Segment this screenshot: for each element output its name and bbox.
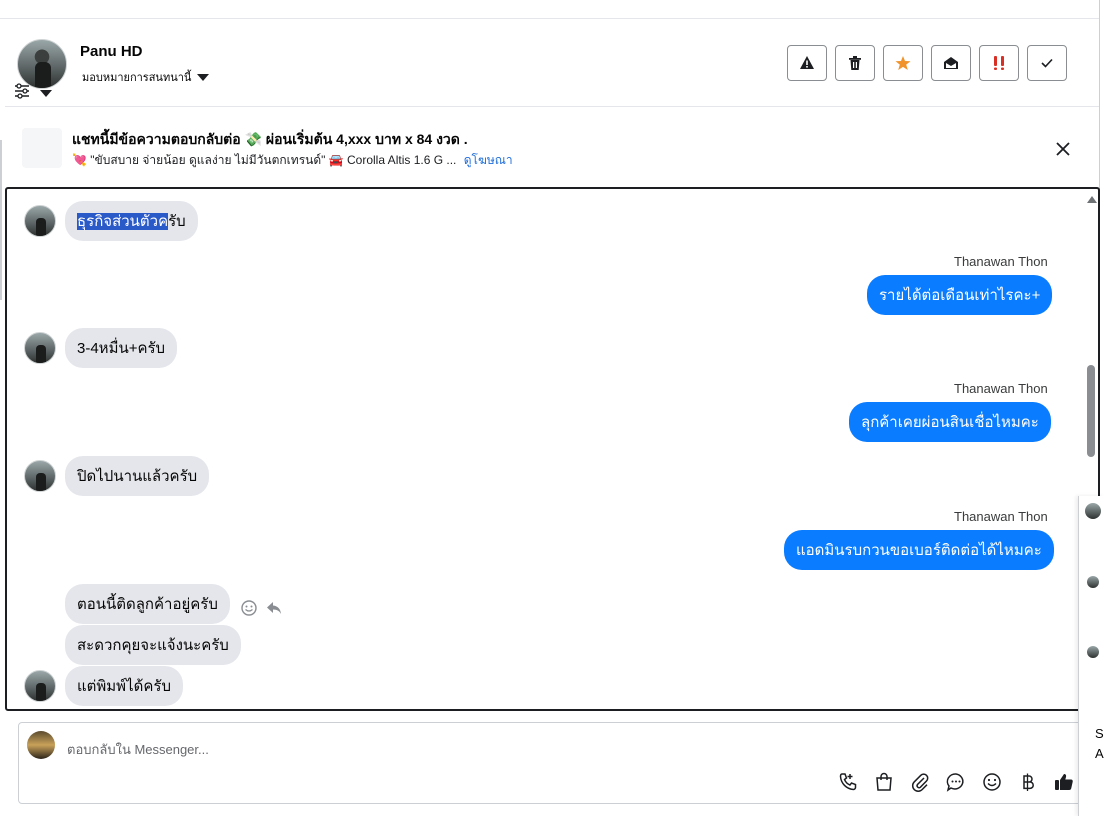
- scroll-up-arrow-icon[interactable]: [1087, 196, 1097, 203]
- like-icon: [1055, 774, 1073, 790]
- attach-icon: [911, 773, 929, 792]
- sender-name: Thanawan Thon: [954, 381, 1048, 396]
- spam-button[interactable]: [787, 45, 827, 81]
- avatar: [24, 332, 56, 364]
- check-icon: [1041, 58, 1053, 68]
- delete-button[interactable]: [835, 45, 875, 81]
- incoming-message[interactable]: 3-4หมื่น+ครับ: [65, 328, 178, 368]
- baht-icon: [1023, 773, 1034, 791]
- mark-unread-button[interactable]: [931, 45, 971, 81]
- priority-icon: [994, 56, 1004, 70]
- reply-composer: ตอบกลับใน Messenger...: [18, 722, 1088, 804]
- message-thread[interactable]: ธุรกิจส่วนตัวครับ Thanawan Thon รายได้ต่…: [5, 187, 1100, 711]
- shop-button[interactable]: [873, 771, 895, 793]
- scrollbar-thumb[interactable]: [1087, 365, 1095, 457]
- priority-button[interactable]: [979, 45, 1019, 81]
- selected-text: ธุรกิจส่วนตัวค: [77, 213, 169, 230]
- sender-name: Thanawan Thon: [954, 509, 1048, 524]
- avatar[interactable]: [1087, 646, 1099, 658]
- view-ad-link[interactable]: ดูโฆษณา: [464, 153, 513, 167]
- emoji-button[interactable]: [981, 771, 1003, 793]
- done-button[interactable]: [1027, 45, 1067, 81]
- avatar: [24, 670, 56, 702]
- avatar: [24, 205, 56, 237]
- attach-button[interactable]: [909, 771, 931, 793]
- incoming-message[interactable]: ธุรกิจส่วนตัวครับ: [65, 201, 198, 241]
- chevron-down-icon[interactable]: [40, 90, 52, 97]
- incoming-message[interactable]: สะดวกคุยจะแจ้งนะครับ: [65, 625, 241, 665]
- message-input[interactable]: ตอบกลับใน Messenger...: [67, 739, 209, 760]
- message-text: รับ: [168, 213, 186, 230]
- ad-context-banner: แชทนี้มีข้อความตอบกลับต่อ 💸 ผ่อนเริ่มต้น…: [5, 108, 1100, 186]
- payment-button[interactable]: [1017, 771, 1039, 793]
- outgoing-message[interactable]: รายได้ต่อเดือนเท่าไรคะ+: [867, 275, 1053, 315]
- sender-name: Thanawan Thon: [954, 254, 1048, 269]
- inbox-conversation-view: Panu HD มอบหมายการสนทนานี้ แชทนี้มีข้อคว…: [0, 0, 1104, 816]
- avatar[interactable]: [1085, 503, 1101, 519]
- conversation-header: Panu HD มอบหมายการสนทนานี้: [5, 19, 1100, 107]
- emoji-react-icon[interactable]: [240, 599, 258, 617]
- avatar[interactable]: [1087, 576, 1099, 588]
- left-panel-edge: [0, 140, 4, 300]
- mark-unread-icon: [944, 57, 958, 69]
- emoji-icon: [983, 773, 1001, 791]
- avatar: [24, 460, 56, 492]
- outgoing-message[interactable]: แอดมินรบกวนขอเบอร์ติดต่อได้ไหมคะ: [784, 530, 1054, 570]
- ad-title: แชทนี้มีข้อความตอบกลับต่อ 💸 ผ่อนเริ่มต้น…: [72, 131, 468, 147]
- call-icon: [839, 773, 857, 791]
- call-button[interactable]: [837, 771, 859, 793]
- composer-toolbar: [837, 771, 1075, 793]
- panel-text: A: [1095, 746, 1104, 761]
- side-panel-edge: S A: [1078, 496, 1104, 816]
- warning-icon: [800, 56, 814, 69]
- avatar[interactable]: [17, 39, 67, 89]
- ad-thumbnail: [22, 128, 62, 168]
- star-button[interactable]: [883, 45, 923, 81]
- like-button[interactable]: [1053, 771, 1075, 793]
- ad-subtitle-text: 💘 "ขับสบาย จ่ายน้อย ดูแลง่าย ไม่มีวันตกเ…: [72, 153, 457, 167]
- assign-label: มอบหมายการสนทนานี้: [82, 72, 192, 84]
- incoming-message[interactable]: ตอนนี้ติดลูกค้าอยู่ครับ: [65, 584, 230, 624]
- ad-subtitle: 💘 "ขับสบาย จ่ายน้อย ดูแลง่าย ไม่มีวันตกเ…: [72, 151, 513, 170]
- shop-icon: [876, 772, 892, 791]
- incoming-message[interactable]: แต่พิมพ์ได้ครับ: [65, 666, 183, 706]
- close-icon[interactable]: [1053, 139, 1073, 159]
- incoming-message[interactable]: ปิดไปนานแล้วครับ: [65, 456, 210, 496]
- star-icon: [895, 56, 911, 70]
- saved-reply-icon: [946, 773, 964, 792]
- page-avatar: [27, 731, 55, 759]
- assign-dropdown[interactable]: มอบหมายการสนทนานี้: [82, 68, 210, 86]
- chevron-down-icon: [197, 73, 210, 81]
- header-actions: [787, 45, 1067, 81]
- panel-text: S: [1095, 726, 1104, 741]
- saved-reply-button[interactable]: [945, 771, 967, 793]
- contact-name[interactable]: Panu HD: [80, 43, 143, 60]
- outgoing-message[interactable]: ลุกค้าเคยผ่อนสินเชื่อไหมคะ: [849, 402, 1051, 442]
- filter-icon[interactable]: [14, 83, 30, 99]
- trash-icon: [849, 56, 861, 70]
- reply-icon[interactable]: [265, 599, 283, 617]
